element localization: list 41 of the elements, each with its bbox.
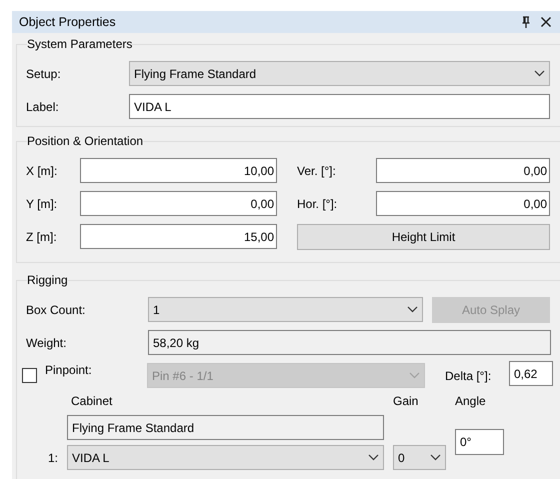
field-label: Y [m]:	[26, 196, 58, 210]
weight-field: 58,20 kg	[148, 330, 551, 355]
chevron-icon	[407, 306, 418, 313]
column-header: Angle	[455, 394, 487, 410]
field-label: Delta [°]:	[445, 368, 492, 382]
chevron-icon	[534, 70, 545, 77]
input-field[interactable]: 0,00	[376, 158, 550, 183]
gain-dropdown[interactable]: 0	[393, 445, 446, 470]
group-title: System Parameters	[27, 37, 132, 51]
chevron-icon	[430, 454, 441, 461]
checkbox-label: Pinpoint:	[45, 363, 93, 377]
field-label: Hor. [°]:	[297, 196, 338, 210]
input-field[interactable]: 15,00	[80, 224, 277, 249]
angle-field[interactable]: 0°	[455, 429, 504, 455]
window-title: Object Properties	[19, 15, 117, 29]
close-icon[interactable]	[540, 16, 552, 28]
group-title: Rigging	[27, 273, 68, 287]
field-label: Ver. [°]:	[297, 164, 337, 178]
chevron-icon	[409, 372, 420, 379]
delta-field[interactable]: 0,62	[509, 361, 553, 386]
field-label: Box Count:	[26, 302, 86, 316]
chevron-icon	[368, 454, 379, 461]
group-title: Position & Orientation	[27, 134, 144, 148]
column-header: Gain	[393, 394, 420, 410]
frame-field: Flying Frame Standard	[67, 415, 384, 440]
field-label: Label:	[26, 100, 60, 114]
label-field[interactable]: VIDA L	[129, 94, 550, 119]
field-label: Z [m]:	[26, 230, 58, 244]
row-index: 1:	[46, 450, 58, 464]
pin-icon[interactable]	[520, 16, 532, 28]
input-field[interactable]: 10,00	[80, 158, 277, 183]
height-limit-button[interactable]: Height Limit	[297, 224, 550, 250]
field-label: Setup:	[26, 66, 62, 80]
field-label: Weight:	[26, 336, 68, 350]
cabinet-dropdown[interactable]: VIDA L	[67, 445, 384, 470]
column-header: Cabinet	[70, 394, 114, 410]
setup-dropdown[interactable]: Flying Frame Standard	[129, 61, 550, 86]
input-field[interactable]: 0,00	[376, 191, 550, 216]
box-count-dropdown[interactable]: 1	[148, 297, 423, 322]
field-label: X [m]:	[26, 164, 58, 178]
input-field[interactable]: 0,00	[80, 191, 277, 216]
